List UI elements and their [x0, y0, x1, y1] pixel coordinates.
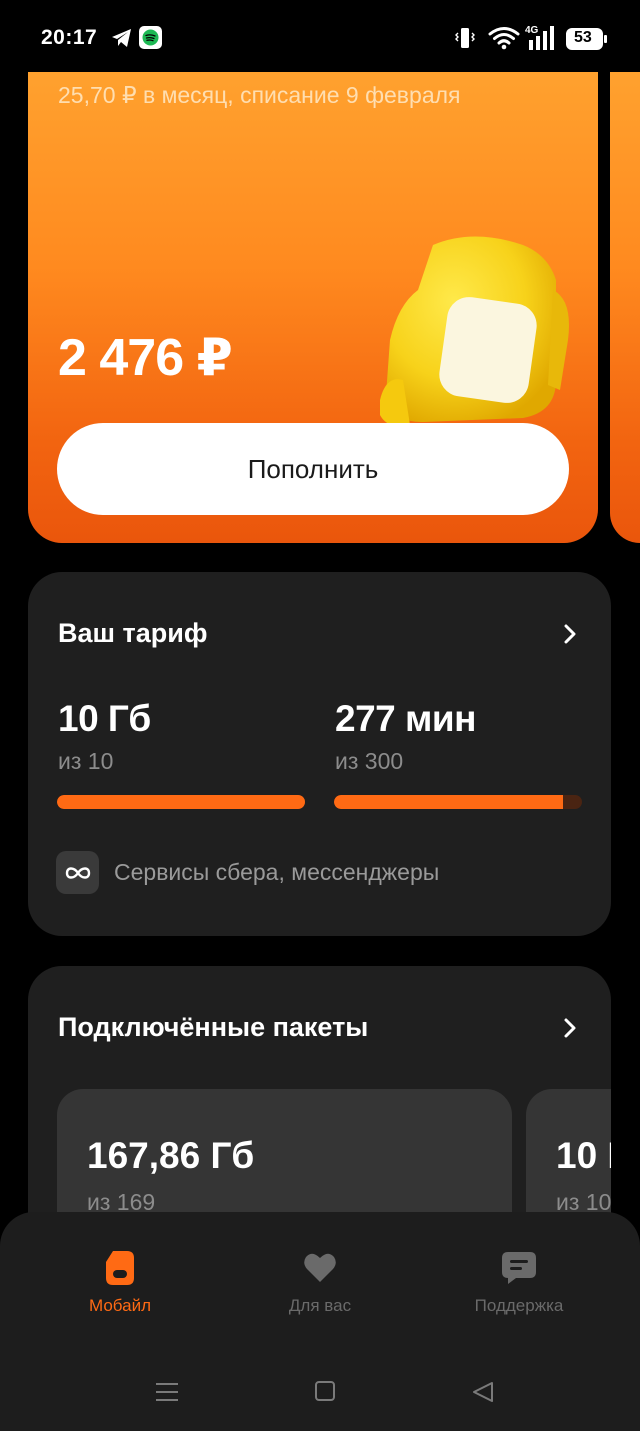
infinity-icon — [56, 851, 99, 894]
status-time: 20:17 — [41, 26, 98, 49]
minutes-progress-bar — [334, 795, 582, 809]
subscription-note: 25,70 ₽ в месяц, списание 9 февраля — [58, 82, 461, 108]
services-row: Сервисы сбера, мессенджеры — [56, 851, 439, 894]
chevron-right-icon[interactable] — [559, 1017, 581, 1039]
nav-item-mobile[interactable]: Мобайл — [30, 1250, 210, 1316]
chat-icon — [502, 1252, 536, 1284]
spotify-icon — [139, 26, 162, 49]
tariff-card[interactable]: Ваш тариф 10 Гб из 10 277 мин из 300 Сер… — [28, 572, 611, 936]
nav-label-mobile: Мобайл — [88, 1296, 152, 1315]
balance-card[interactable]: 25,70 ₽ в месяц, списание 9 февраля 2 47… — [28, 40, 598, 543]
nav-item-for-you[interactable]: Для вас — [230, 1250, 410, 1316]
minutes-value: 277 мин — [335, 698, 476, 739]
nav-label-for-you: Для вас — [288, 1296, 352, 1315]
package-value: 167,86 Гб — [87, 1135, 255, 1176]
services-text: Сервисы сбера, мессенджеры — [114, 859, 440, 885]
minutes-progress-fill — [334, 795, 563, 809]
back-icon[interactable] — [471, 1380, 495, 1404]
battery-level: 53 — [574, 29, 592, 46]
telegram-icon — [112, 29, 131, 47]
vibrate-icon — [455, 28, 475, 48]
data-stat: 10 Гб из 10 — [58, 698, 151, 775]
wifi-icon — [488, 27, 520, 50]
armchair-illustration — [380, 236, 569, 427]
package-value: 10 Г — [556, 1135, 611, 1176]
status-bar: 20:17 4G 53 — [0, 0, 640, 72]
nav-item-support[interactable]: Поддержка — [429, 1250, 609, 1316]
next-card-peek[interactable] — [610, 40, 640, 543]
minutes-total: из 300 — [335, 748, 404, 774]
topup-button[interactable]: Пополнить — [57, 423, 569, 515]
tariff-title: Ваш тариф — [58, 618, 208, 648]
minutes-stat: 277 мин из 300 — [335, 698, 476, 775]
nav-label-support: Поддержка — [474, 1296, 564, 1315]
menu-icon[interactable] — [155, 1380, 179, 1404]
data-progress-bar — [57, 795, 305, 809]
balance-amount: 2 476 ₽ — [58, 329, 233, 387]
signal-icon — [529, 26, 554, 50]
data-value: 10 Гб — [58, 698, 151, 739]
phone-icon — [106, 1251, 134, 1285]
data-total: из 10 — [58, 748, 114, 774]
bottom-nav: Мобайл Для вас Поддержка — [0, 1212, 640, 1431]
chevron-right-icon[interactable] — [559, 623, 581, 645]
heart-icon — [304, 1253, 336, 1282]
home-icon[interactable] — [314, 1380, 336, 1402]
packages-title: Подключённые пакеты — [58, 1012, 369, 1042]
data-progress-fill — [57, 795, 305, 809]
